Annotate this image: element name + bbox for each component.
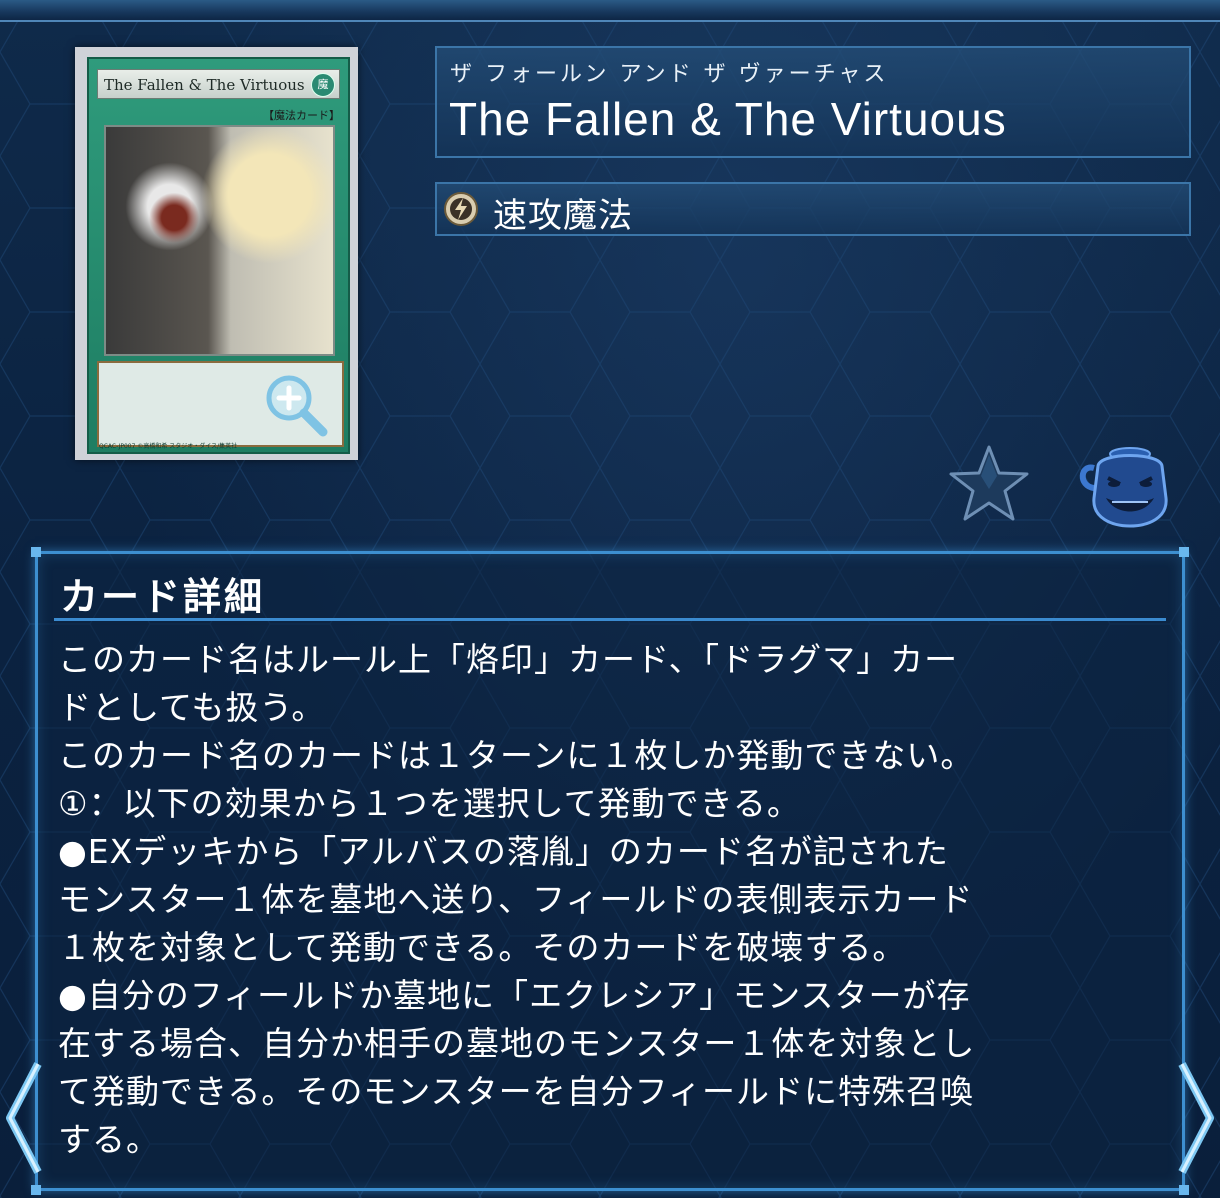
effect-line: て発動できる。そのモンスターを自分フィールドに特殊召喚 xyxy=(58,1072,975,1111)
chevron-right-icon[interactable] xyxy=(1172,1058,1220,1178)
effect-line: このカード名はルール上「烙印」カード、「ドラグマ」カー xyxy=(58,640,959,679)
effect-line: 在する場合、自分か相手の墓地のモンスター１体を対象とし xyxy=(58,1024,976,1063)
effect-line: する。 xyxy=(58,1120,160,1159)
card-type-box: 速攻魔法 xyxy=(435,182,1191,236)
card-name: The Fallen & The Virtuous xyxy=(449,93,1007,145)
card-art-name: The Fallen & The Virtuous 魔 xyxy=(97,69,340,99)
card-footer: QCAC-JP007 ©高橋和希 スタジオ・ダイス/集英社 xyxy=(99,443,238,450)
effect-line: ●自分のフィールドか墓地に「エクレシア」モンスターが存 xyxy=(58,976,971,1015)
card-art-name-text: The Fallen & The Virtuous xyxy=(104,76,305,94)
card-name-ruby: ザ フォールン アンド ザ ヴァーチャス xyxy=(450,62,889,87)
spell-attribute-icon: 魔 xyxy=(311,73,335,97)
card-details-panel[interactable]: カード詳細 このカード名はルール上「烙印」カード、「ドラグマ」カー ドとしても扱… xyxy=(31,547,1189,1195)
effect-line: ドとしても扱う。 xyxy=(58,688,326,727)
heading-divider xyxy=(54,618,1166,621)
effect-line: ●EXデッキから「アルバスの落胤」のカード名が記された xyxy=(58,832,949,871)
zoom-in-icon[interactable] xyxy=(261,370,331,440)
details-heading: カード詳細 xyxy=(60,575,266,619)
panel-corner xyxy=(1179,547,1189,557)
panel-corner xyxy=(31,547,41,557)
effect-line: モンスター１体を墓地へ送り、フィールドの表側表示カード xyxy=(58,880,974,919)
panel-corner xyxy=(1179,1185,1189,1195)
card-artwork xyxy=(104,125,335,356)
effect-line: １枚を対象として発動できる。そのカードを破壊する。 xyxy=(58,928,907,967)
card-art-type-line: 【魔法カード】 xyxy=(263,109,340,122)
quick-play-spell-icon xyxy=(444,192,478,226)
effect-line: このカード名のカードは１ターンに１枚しか発動できない。 xyxy=(58,736,975,775)
panel-corner xyxy=(31,1185,41,1195)
card-image[interactable]: The Fallen & The Virtuous 魔 【魔法カード】 QCAC… xyxy=(75,47,358,460)
star-icon[interactable] xyxy=(947,443,1031,523)
chevron-left-icon[interactable] xyxy=(0,1058,48,1178)
effect-line: ①：以下の効果から１つを選択して発動できる。 xyxy=(58,784,801,823)
top-bar xyxy=(0,0,1220,22)
pot-of-greed-icon[interactable] xyxy=(1076,444,1172,528)
card-title-box: ザ フォールン アンド ザ ヴァーチャス The Fallen & The Vi… xyxy=(435,46,1191,158)
card-type-label: 速攻魔法 xyxy=(493,196,633,236)
card-effect-text: このカード名はルール上「烙印」カード、「ドラグマ」カー ドとしても扱う。 このカ… xyxy=(58,636,1168,1164)
